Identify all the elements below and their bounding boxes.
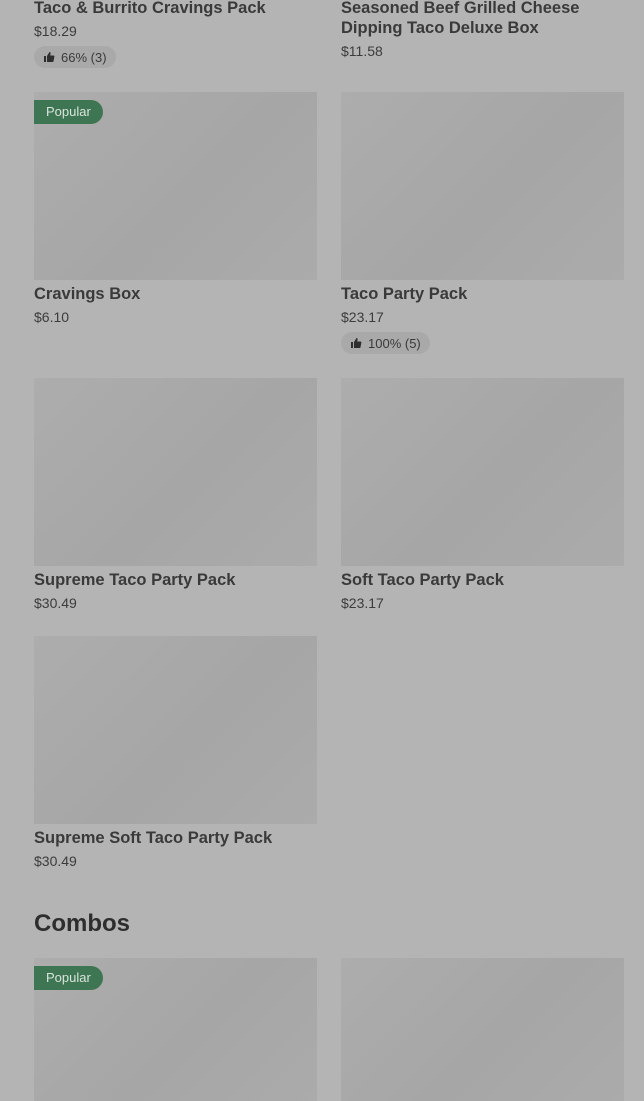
item-price: $23.17 <box>341 595 384 611</box>
item-image <box>34 378 317 566</box>
item-image: Popular <box>34 958 317 1101</box>
item-price: $23.17 <box>341 309 384 325</box>
item-image: Popular <box>34 92 317 280</box>
item-image <box>341 92 624 280</box>
item-name: Supreme Soft Taco Party Pack <box>34 829 273 847</box>
item-name: Cravings Box <box>34 285 141 303</box>
item-image <box>341 958 624 1101</box>
item-name: Seasoned Beef Grilled Cheese Dipping Tac… <box>341 0 580 37</box>
popular-badge: Popular <box>34 100 103 124</box>
menu-item-card[interactable]: Supreme Taco Party Pack $30.49 <box>34 378 317 611</box>
popular-badge: Popular <box>34 966 103 990</box>
rating-text: 66% (3) <box>61 49 107 65</box>
item-price: $30.49 <box>34 853 77 869</box>
menu-item-card[interactable]: Taco & Burrito Cravings Pack $18.29 66% … <box>34 0 317 68</box>
rating-text: 100% (5) <box>368 335 421 351</box>
item-image <box>34 636 317 824</box>
menu-item-card[interactable]: Seasoned Beef Grilled Cheese Dipping Tac… <box>341 0 624 59</box>
item-price: $6.10 <box>34 309 70 325</box>
item-name: Soft Taco Party Pack <box>341 571 504 589</box>
rating-badge: 100% (5) <box>341 332 430 354</box>
menu-item-card[interactable]: Popular Cravings Box $6.10 <box>34 92 317 325</box>
menu-item-card[interactable]: Supreme Soft Taco Party Pack $30.49 <box>34 636 317 869</box>
thumbs-up-icon <box>43 51 55 63</box>
menu-item-card[interactable]: Popular <box>34 958 317 1101</box>
item-price: $30.49 <box>34 595 77 611</box>
menu-item-card[interactable]: Soft Taco Party Pack $23.17 <box>341 378 624 611</box>
rating-badge: 66% (3) <box>34 46 116 68</box>
menu-item-card[interactable]: Taco Party Pack $23.17 100% (5) <box>341 92 624 354</box>
thumbs-up-icon <box>350 337 362 349</box>
menu-page: Taco & Burrito Cravings Pack $18.29 66% … <box>0 0 644 1101</box>
menu-item-card[interactable] <box>341 958 624 1101</box>
item-price: $18.29 <box>34 23 77 39</box>
item-name: Supreme Taco Party Pack <box>34 571 236 589</box>
item-name: Taco Party Pack <box>341 285 468 303</box>
item-name: Taco & Burrito Cravings Pack <box>34 0 266 17</box>
item-price: $11.58 <box>341 43 383 59</box>
section-title-combos: Combos <box>34 910 130 937</box>
item-image <box>341 378 624 566</box>
